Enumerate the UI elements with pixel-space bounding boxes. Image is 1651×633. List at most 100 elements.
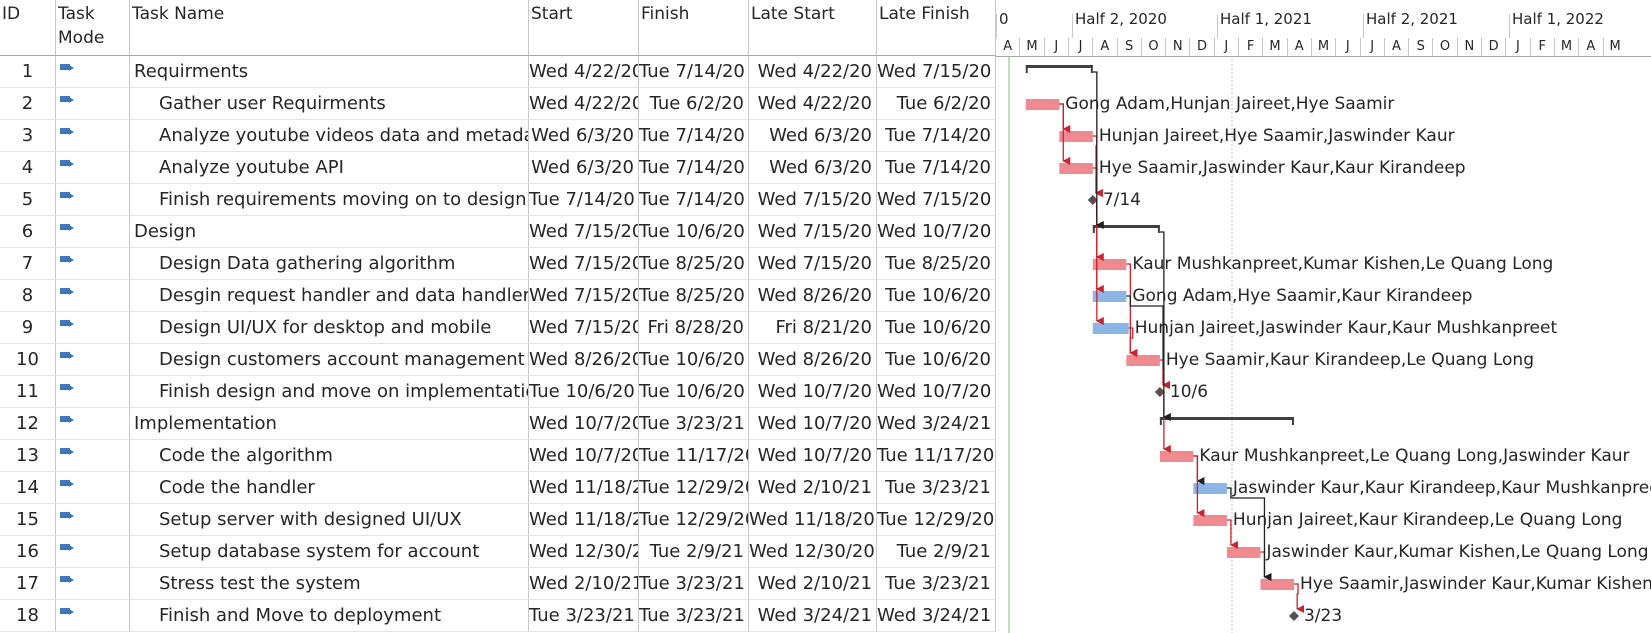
start-date-cell[interactable]: Tue 3/23/21 [529, 600, 639, 631]
finish-date-cell[interactable]: Tue 7/14/20 [639, 56, 749, 87]
finish-date-cell[interactable]: Tue 3/23/21 [639, 408, 749, 439]
late-finish-cell[interactable]: Tue 3/23/21 [877, 568, 996, 599]
task-mode-cell[interactable] [56, 472, 130, 503]
task-mode-cell[interactable] [56, 600, 130, 631]
column-header-id[interactable]: ID [0, 0, 56, 56]
late-start-cell[interactable]: Wed 4/22/20 [749, 88, 877, 119]
column-header-task-name[interactable]: Task Name [130, 0, 529, 56]
task-name-cell[interactable]: Analyze youtube API [130, 152, 529, 183]
task-id-cell[interactable]: 13 [0, 440, 56, 471]
late-start-cell[interactable]: Wed 10/7/20 [749, 376, 877, 407]
task-row[interactable]: 16 Setup database system for account Wed 1… [0, 536, 996, 568]
late-start-cell[interactable]: Wed 8/26/20 [749, 280, 877, 311]
task-id-cell[interactable]: 12 [0, 408, 56, 439]
late-start-cell[interactable]: Wed 4/22/20 [749, 56, 877, 87]
late-start-cell[interactable]: Wed 8/26/20 [749, 344, 877, 375]
task-row[interactable]: 11 Finish design and move on implementati… [0, 376, 996, 408]
task-row[interactable]: 3 Analyze youtube videos data and metadat… [0, 120, 996, 152]
start-date-cell[interactable]: Wed 11/18/20 [529, 472, 639, 503]
late-finish-cell[interactable]: Tue 10/6/20 [877, 312, 996, 343]
late-start-cell[interactable]: Wed 2/10/21 [749, 568, 877, 599]
task-mode-cell[interactable] [56, 504, 130, 535]
task-row[interactable]: 4 Analyze youtube API Wed 6/3/20 Tue 7/14/2… [0, 152, 996, 184]
task-name-cell[interactable]: Design UI/UX for desktop and mobile [130, 312, 529, 343]
start-date-cell[interactable]: Wed 10/7/20 [529, 440, 639, 471]
late-finish-cell[interactable]: Wed 3/24/21 [877, 600, 996, 631]
finish-date-cell[interactable]: Tue 2/9/21 [639, 536, 749, 567]
task-row[interactable]: 10 Design customers account management Wed… [0, 344, 996, 376]
start-date-cell[interactable]: Wed 7/15/20 [529, 280, 639, 311]
task-name-cell[interactable]: Implementation [130, 408, 529, 439]
task-row[interactable]: 1 Requirments Wed 4/22/20 Tue 7/14/20 Wed 4/… [0, 56, 996, 88]
finish-date-cell[interactable]: Tue 10/6/20 [639, 376, 749, 407]
start-date-cell[interactable]: Wed 6/3/20 [529, 152, 639, 183]
task-name-cell[interactable]: Finish design and move on implementation [130, 376, 529, 407]
finish-date-cell[interactable]: Tue 11/17/20 [639, 440, 749, 471]
task-id-cell[interactable]: 9 [0, 312, 56, 343]
finish-date-cell[interactable]: Tue 3/23/21 [639, 600, 749, 631]
start-date-cell[interactable]: Wed 11/18/20 [529, 504, 639, 535]
late-start-cell[interactable]: Wed 3/24/21 [749, 600, 877, 631]
task-id-cell[interactable]: 4 [0, 152, 56, 183]
task-mode-cell[interactable] [56, 312, 130, 343]
late-start-cell[interactable]: Wed 6/3/20 [749, 152, 877, 183]
task-name-cell[interactable]: Desgin request handler and data handler [130, 280, 529, 311]
task-name-cell[interactable]: Finish and Move to deployment [130, 600, 529, 631]
finish-date-cell[interactable]: Tue 8/25/20 [639, 248, 749, 279]
task-row[interactable]: 6 Design Wed 7/15/20 Tue 10/6/20 Wed 7/15/20… [0, 216, 996, 248]
late-start-cell[interactable]: Wed 11/18/20 [749, 504, 877, 535]
finish-date-cell[interactable]: Tue 10/6/20 [639, 344, 749, 375]
late-finish-cell[interactable]: Tue 10/6/20 [877, 280, 996, 311]
start-date-cell[interactable]: Wed 7/15/20 [529, 216, 639, 247]
task-mode-cell[interactable] [56, 152, 130, 183]
start-date-cell[interactable]: Wed 7/15/20 [529, 248, 639, 279]
start-date-cell[interactable]: Wed 4/22/20 [529, 88, 639, 119]
late-finish-cell[interactable]: Tue 10/6/20 [877, 344, 996, 375]
task-row[interactable]: 18 Finish and Move to deployment Tue 3/23/… [0, 600, 996, 632]
start-date-cell[interactable]: Tue 10/6/20 [529, 376, 639, 407]
task-id-cell[interactable]: 18 [0, 600, 56, 631]
task-row[interactable]: 2 Gather user Requirments Wed 4/22/20 Tue 6… [0, 88, 996, 120]
late-start-cell[interactable]: Wed 7/15/20 [749, 216, 877, 247]
column-header-task-mode[interactable]: Task Mode [56, 0, 130, 56]
task-id-cell[interactable]: 11 [0, 376, 56, 407]
task-id-cell[interactable]: 15 [0, 504, 56, 535]
start-date-cell[interactable]: Wed 2/10/21 [529, 568, 639, 599]
task-row[interactable]: 14 Code the handlerWed 11/18/20Tue 12/29/… [0, 472, 996, 504]
task-id-cell[interactable]: 5 [0, 184, 56, 215]
start-date-cell[interactable]: Wed 12/30/20 [529, 536, 639, 567]
start-date-cell[interactable]: Wed 8/26/20 [529, 344, 639, 375]
late-finish-cell[interactable]: Tue 7/14/20 [877, 152, 996, 183]
task-mode-cell[interactable] [56, 120, 130, 151]
late-finish-cell[interactable]: Tue 3/23/21 [877, 472, 996, 503]
task-name-cell[interactable]: Analyze youtube videos data and metadata [130, 120, 529, 151]
late-finish-cell[interactable]: Wed 7/15/20 [877, 184, 996, 215]
task-name-cell[interactable]: Design customers account management [130, 344, 529, 375]
late-finish-cell[interactable]: Wed 10/7/20 [877, 216, 996, 247]
task-id-cell[interactable]: 1 [0, 56, 56, 87]
late-start-cell[interactable]: Wed 6/3/20 [749, 120, 877, 151]
task-mode-cell[interactable] [56, 440, 130, 471]
finish-date-cell[interactable]: Tue 10/6/20 [639, 216, 749, 247]
task-name-cell[interactable]: Gather user Requirments [130, 88, 529, 119]
column-header-late-start[interactable]: Late Start [749, 0, 877, 56]
task-id-cell[interactable]: 6 [0, 216, 56, 247]
late-finish-cell[interactable]: Wed 3/24/21 [877, 408, 996, 439]
finish-date-cell[interactable]: Tue 6/2/20 [639, 88, 749, 119]
task-row[interactable]: 15 Setup server with designed UI/UX Wed 11… [0, 504, 996, 536]
task-id-cell[interactable]: 14 [0, 472, 56, 503]
task-name-cell[interactable]: Design Data gathering algorithm [130, 248, 529, 279]
task-mode-cell[interactable] [56, 376, 130, 407]
task-mode-cell[interactable] [56, 88, 130, 119]
finish-date-cell[interactable]: Tue 3/23/21 [639, 568, 749, 599]
start-date-cell[interactable]: Wed 6/3/20 [529, 120, 639, 151]
late-finish-cell[interactable]: Tue 11/17/20 [877, 440, 996, 471]
task-mode-cell[interactable] [56, 216, 130, 247]
late-start-cell[interactable]: Wed 10/7/20 [749, 440, 877, 471]
task-id-cell[interactable]: 8 [0, 280, 56, 311]
task-id-cell[interactable]: 3 [0, 120, 56, 151]
task-row[interactable]: 12 Implementation Wed 10/7/20 Tue 3/23/21 We… [0, 408, 996, 440]
late-start-cell[interactable]: Wed 10/7/20 [749, 408, 877, 439]
task-row[interactable]: 8 Desgin request handler and data handler… [0, 280, 996, 312]
finish-date-cell[interactable]: Tue 8/25/20 [639, 280, 749, 311]
